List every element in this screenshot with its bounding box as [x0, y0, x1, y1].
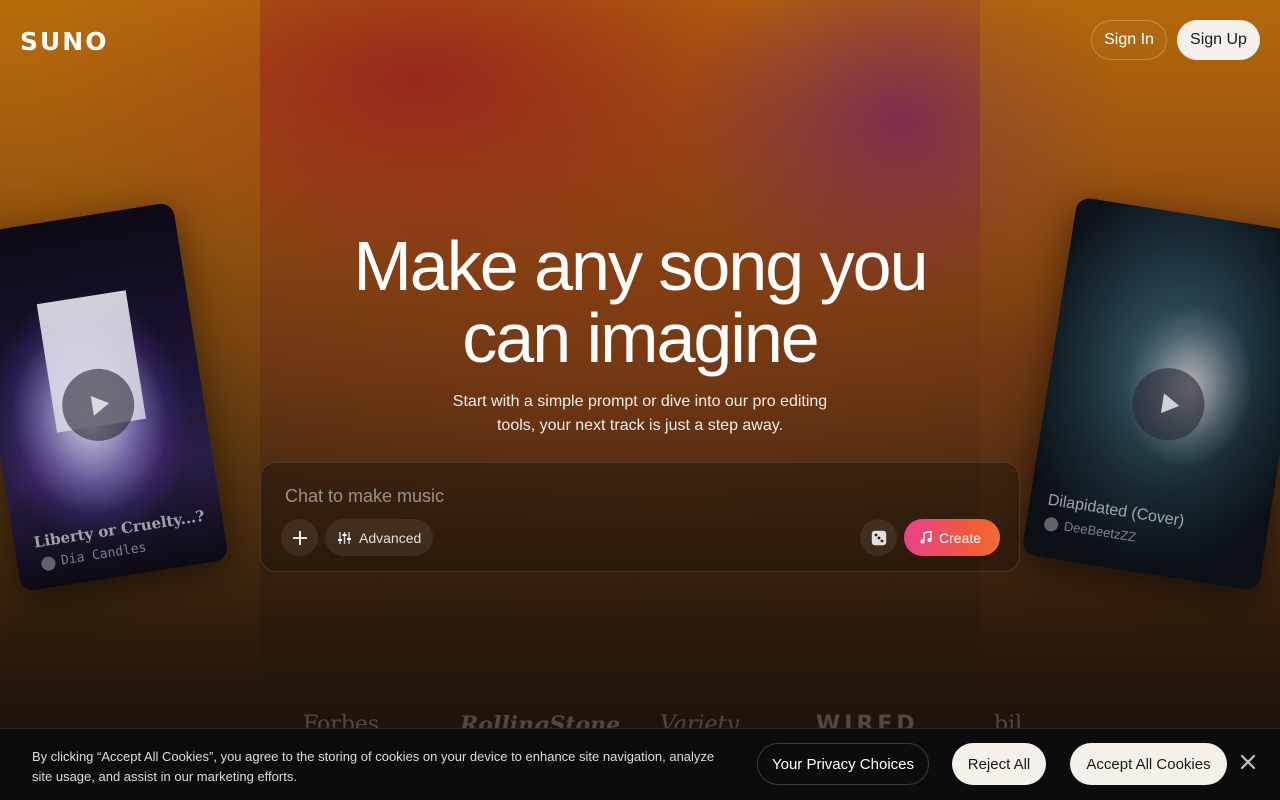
music-note-icon [920, 531, 932, 544]
advanced-label: Advanced [359, 529, 422, 546]
artist-avatar [1043, 515, 1060, 532]
sign-up-button[interactable]: Sign Up [1177, 20, 1260, 60]
hero-subtitle: Start with a simple prompt or dive into … [440, 390, 840, 438]
random-button[interactable] [860, 519, 897, 556]
prompt-box: Advanced Create [260, 462, 1020, 572]
accept-all-cookies-button[interactable]: Accept All Cookies [1070, 743, 1227, 785]
advanced-button[interactable]: Advanced [325, 519, 433, 556]
hero-title-line1: Make any song you [353, 227, 928, 305]
hero-title-line2: can imagine [462, 299, 819, 377]
reject-all-button[interactable]: Reject All [952, 743, 1046, 785]
play-icon [90, 395, 110, 416]
sliders-icon [338, 531, 351, 544]
suno-logo[interactable]: SUNO [20, 27, 108, 56]
hero-title: Make any song you can imagine [0, 230, 1280, 374]
cookie-text: By clicking “Accept All Cookies”, you ag… [32, 749, 715, 784]
chat-prompt-input[interactable] [285, 483, 845, 509]
dice-icon [871, 530, 886, 545]
artist-avatar [40, 555, 57, 572]
play-icon [1160, 393, 1180, 414]
sign-in-button[interactable]: Sign In [1091, 20, 1167, 60]
close-icon[interactable] [1239, 753, 1257, 771]
cookie-banner: By clicking “Accept All Cookies”, you ag… [0, 728, 1280, 800]
hero-subtitle-line1: Start with a simple prompt or dive into … [452, 393, 828, 410]
privacy-choices-button[interactable]: Your Privacy Choices [757, 743, 929, 785]
play-button[interactable] [1127, 363, 1210, 446]
create-label: Create [939, 529, 982, 546]
hero-subtitle-line2: tools, your next track is just a step aw… [496, 417, 784, 434]
add-button[interactable] [281, 519, 318, 556]
artist-name: DeeBeetzZZ [1062, 518, 1138, 545]
plus-icon [292, 530, 307, 545]
create-button[interactable]: Create [904, 519, 1000, 556]
